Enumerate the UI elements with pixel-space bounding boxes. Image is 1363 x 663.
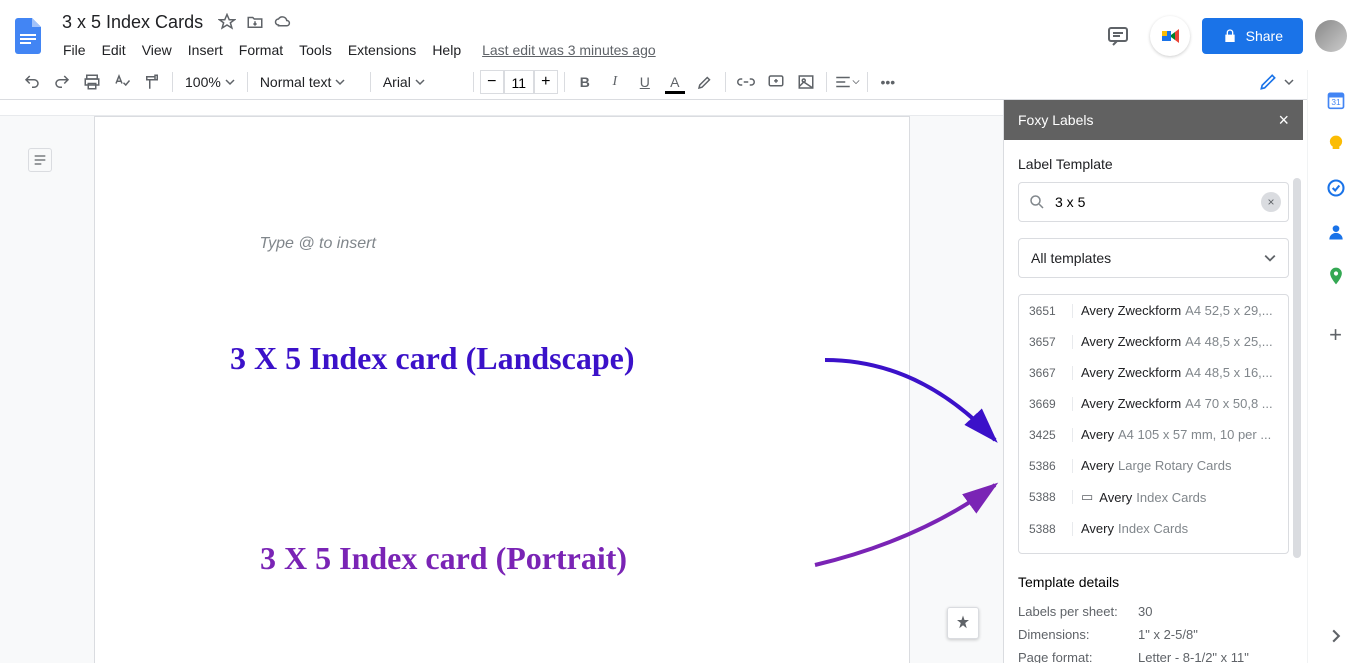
close-panel-button[interactable]: ×: [1278, 110, 1289, 131]
share-label: Share: [1246, 28, 1283, 44]
template-filter-dropdown[interactable]: All templates: [1018, 238, 1289, 278]
calendar-icon[interactable]: 31: [1326, 90, 1346, 110]
zoom-dropdown[interactable]: 100%: [179, 69, 241, 95]
addon-panel: Foxy Labels × Label Template × All templ…: [1003, 100, 1303, 663]
toolbar: 100% Normal text Arial − 11 + B I U A ••…: [0, 64, 1363, 100]
menu-format[interactable]: Format: [232, 38, 290, 62]
paint-format-button[interactable]: [138, 68, 166, 96]
insert-image-button[interactable]: [792, 68, 820, 96]
template-details: Template details Labels per sheet:30 Dim…: [1018, 574, 1289, 663]
move-icon[interactable]: [245, 12, 265, 32]
menu-view[interactable]: View: [135, 38, 179, 62]
font-size-control: − 11 +: [480, 70, 558, 94]
account-avatar[interactable]: [1315, 20, 1347, 52]
contacts-icon[interactable]: [1326, 222, 1346, 242]
share-button[interactable]: Share: [1202, 18, 1303, 54]
chevron-down-icon: [1284, 77, 1294, 87]
workspace: Type @ to insert 3 X 5 Index card (Lands…: [0, 100, 1303, 663]
align-button[interactable]: [833, 68, 861, 96]
panel-header: Foxy Labels ×: [1004, 100, 1303, 140]
chevron-down-icon: [1264, 252, 1276, 264]
menu-help[interactable]: Help: [425, 38, 468, 62]
svg-text:31: 31: [1331, 97, 1341, 107]
text-color-button[interactable]: A: [661, 68, 689, 96]
template-row[interactable]: 3669Avery ZweckformA4 70 x 50,8 ...: [1019, 388, 1288, 419]
template-row[interactable]: 3657Avery ZweckformA4 48,5 x 25,...: [1019, 326, 1288, 357]
chevron-down-icon: [852, 78, 860, 86]
undo-button[interactable]: [18, 68, 46, 96]
document-column: Type @ to insert 3 X 5 Index card (Lands…: [0, 100, 1003, 663]
menu-insert[interactable]: Insert: [181, 38, 230, 62]
underline-button[interactable]: U: [631, 68, 659, 96]
menu-bar: File Edit View Insert Format Tools Exten…: [56, 38, 1098, 62]
decrease-font-button[interactable]: −: [480, 70, 504, 94]
comment-history-icon[interactable]: [1098, 16, 1138, 56]
highlight-button[interactable]: [691, 68, 719, 96]
app-header: 3 x 5 Index Cards File Edit View Insert …: [0, 0, 1363, 64]
chevron-down-icon: [415, 77, 425, 87]
menu-file[interactable]: File: [56, 38, 93, 62]
chevron-down-icon: [335, 77, 345, 87]
get-addons-button[interactable]: +: [1329, 322, 1342, 348]
insert-link-button[interactable]: [732, 68, 760, 96]
template-row[interactable]: 61504AverySurface Safe™ Durable l...: [1019, 544, 1288, 554]
clear-search-button[interactable]: ×: [1261, 192, 1281, 212]
menu-extensions[interactable]: Extensions: [341, 38, 423, 62]
template-row[interactable]: 3667Avery ZweckformA4 48,5 x 16,...: [1019, 357, 1288, 388]
bold-button[interactable]: B: [571, 68, 599, 96]
spellcheck-button[interactable]: [108, 68, 136, 96]
template-row[interactable]: 5388AveryIndex Cards: [1019, 513, 1288, 544]
maps-icon[interactable]: [1326, 266, 1346, 286]
doc-title[interactable]: 3 x 5 Index Cards: [56, 10, 209, 35]
print-button[interactable]: [78, 68, 106, 96]
template-row[interactable]: 5388▭AveryIndex Cards: [1019, 481, 1288, 513]
tasks-icon[interactable]: [1326, 178, 1346, 198]
insert-placeholder: Type @ to insert: [260, 235, 376, 253]
menu-edit[interactable]: Edit: [95, 38, 133, 62]
more-button[interactable]: •••: [874, 68, 902, 96]
pencil-icon: [1258, 72, 1278, 92]
meet-icon[interactable]: [1150, 16, 1190, 56]
panel-title: Foxy Labels: [1018, 112, 1093, 128]
template-list: 3651Avery ZweckformA4 52,5 x 29,... 3657…: [1018, 294, 1289, 554]
hide-side-panel-button[interactable]: [1329, 629, 1343, 643]
show-outline-button[interactable]: [28, 148, 52, 172]
side-rail: 31 +: [1307, 70, 1363, 663]
mode-dropdown[interactable]: [1248, 68, 1304, 96]
scrollbar[interactable]: [1293, 178, 1301, 558]
keep-icon[interactable]: [1326, 134, 1346, 154]
chevron-down-icon: [225, 77, 235, 87]
section-label: Label Template: [1018, 156, 1289, 172]
star-icon[interactable]: [217, 12, 237, 32]
docs-logo[interactable]: [8, 16, 48, 56]
search-input[interactable]: [1018, 182, 1289, 222]
page-icon: ▭: [1081, 489, 1093, 505]
font-dropdown[interactable]: Arial: [377, 69, 467, 95]
redo-button[interactable]: [48, 68, 76, 96]
horizontal-ruler[interactable]: [0, 100, 1003, 116]
template-search: ×: [1018, 182, 1289, 222]
last-edit[interactable]: Last edit was 3 minutes ago: [482, 42, 656, 58]
template-row[interactable]: 3651Avery ZweckformA4 52,5 x 29,...: [1019, 295, 1288, 326]
details-heading: Template details: [1018, 574, 1289, 590]
title-bar: 3 x 5 Index Cards File Edit View Insert …: [56, 10, 1098, 62]
font-size-input[interactable]: 11: [504, 70, 534, 94]
italic-button[interactable]: I: [601, 68, 629, 96]
paragraph-style-dropdown[interactable]: Normal text: [254, 69, 364, 95]
add-comment-button[interactable]: [762, 68, 790, 96]
cloud-status-icon[interactable]: [273, 12, 293, 32]
search-icon: [1028, 193, 1046, 211]
lock-icon: [1222, 28, 1238, 44]
increase-font-button[interactable]: +: [534, 70, 558, 94]
header-actions: Share: [1098, 16, 1347, 56]
explore-button[interactable]: [947, 607, 979, 639]
template-row[interactable]: 5386AveryLarge Rotary Cards: [1019, 450, 1288, 481]
template-row[interactable]: 3425AveryA4 105 x 57 mm, 10 per ...: [1019, 419, 1288, 450]
document-page[interactable]: Type @ to insert: [94, 116, 910, 663]
menu-tools[interactable]: Tools: [292, 38, 339, 62]
